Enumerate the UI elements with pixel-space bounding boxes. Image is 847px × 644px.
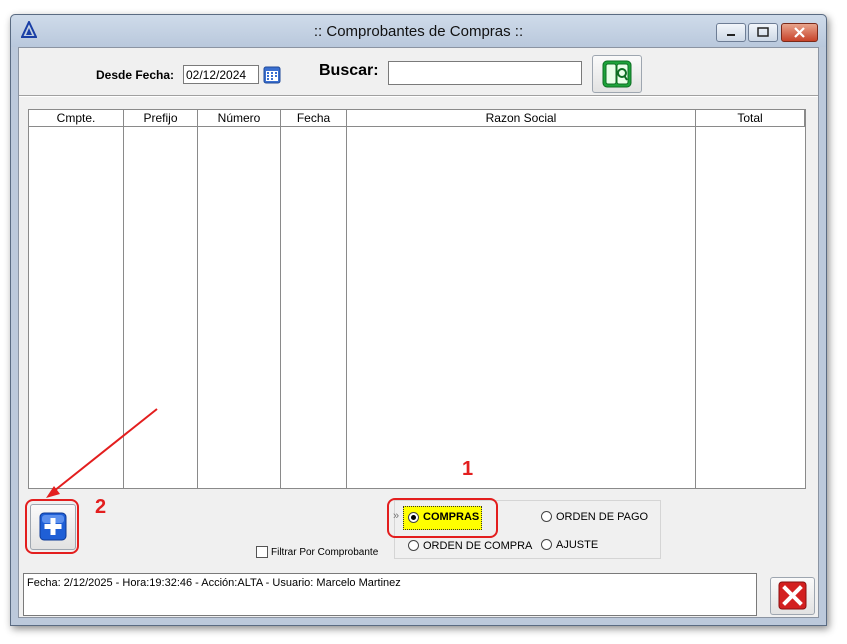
- annotation-arrow: [46, 408, 158, 498]
